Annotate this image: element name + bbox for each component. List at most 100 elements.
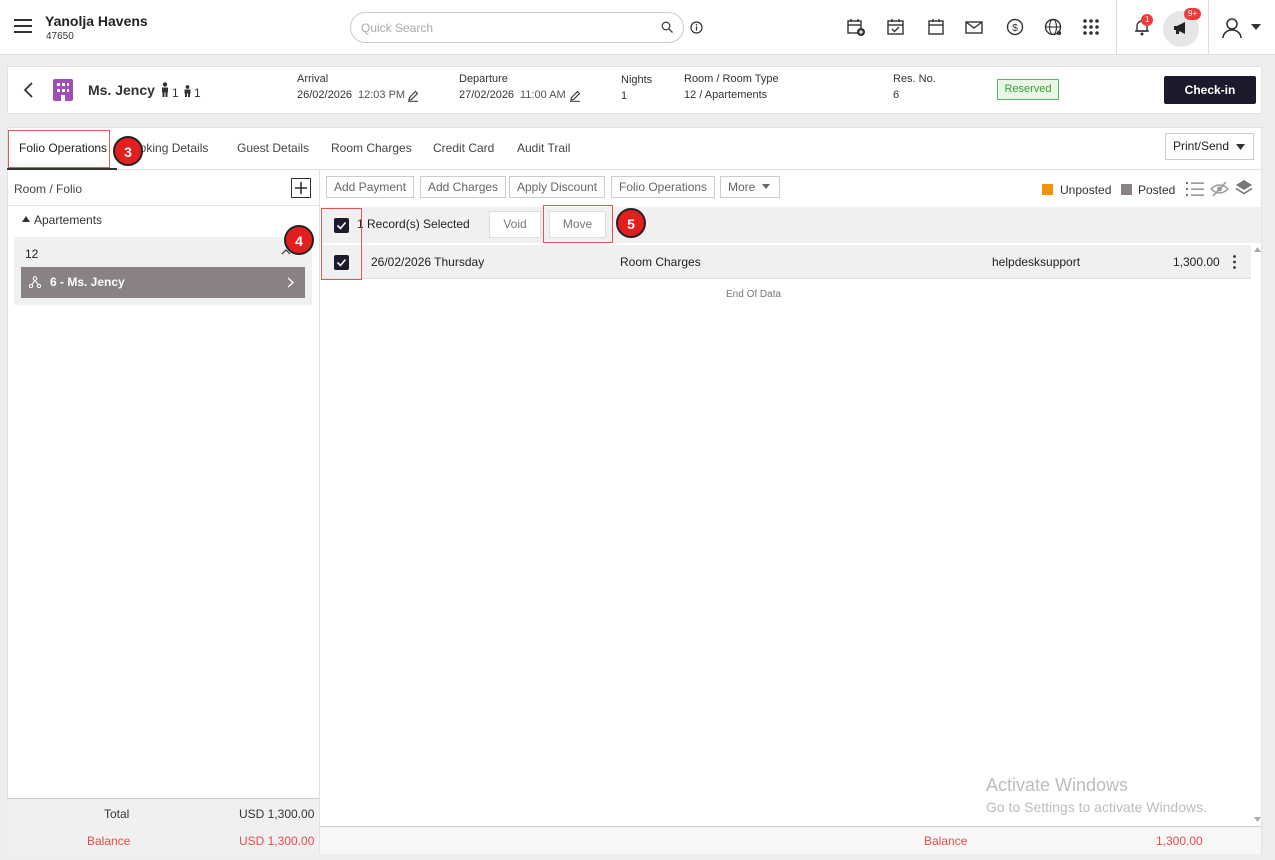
edit-pencil-icon[interactable] bbox=[569, 90, 581, 102]
highlight-box bbox=[321, 208, 362, 280]
announcement-badge: 9+ bbox=[1184, 8, 1202, 20]
apply-discount-button[interactable]: Apply Discount bbox=[509, 176, 606, 198]
row-user: helpdesksupport bbox=[992, 255, 1081, 269]
megaphone-icon bbox=[1174, 22, 1185, 34]
tab-room-charges[interactable]: Room Charges bbox=[331, 141, 412, 155]
sitemap-icon bbox=[29, 276, 41, 288]
total-label: Total bbox=[104, 807, 130, 821]
arrival-date: 26/02/2026 bbox=[297, 89, 353, 101]
selection-count: 1 Record(s) Selected bbox=[357, 217, 470, 231]
svg-text:$: $ bbox=[1012, 23, 1018, 34]
search-input[interactable] bbox=[361, 21, 641, 35]
building-icon bbox=[53, 79, 73, 101]
chevron-down-icon bbox=[762, 184, 770, 189]
departure-time: 11:00 AM bbox=[520, 89, 566, 101]
adults-count: 1 bbox=[172, 86, 179, 100]
folio-item-label: 6 - Ms. Jency bbox=[50, 275, 125, 289]
tab-credit-card[interactable]: Credit Card bbox=[433, 141, 494, 155]
calendar-icon[interactable] bbox=[926, 17, 946, 37]
print-send-label: Print/Send bbox=[1173, 139, 1230, 153]
posted-label: Posted bbox=[1138, 183, 1176, 197]
pane-divider bbox=[319, 170, 320, 853]
balance-label: Balance bbox=[87, 834, 131, 848]
chevron-right-icon bbox=[287, 277, 294, 288]
hotel-id: 47650 bbox=[46, 31, 74, 42]
arrival-time: 12:03 PM bbox=[358, 89, 406, 101]
adult-icon bbox=[162, 82, 168, 97]
add-payment-button[interactable]: Add Payment bbox=[326, 176, 415, 198]
back-arrow-icon[interactable] bbox=[22, 82, 34, 98]
scrollbar[interactable] bbox=[1253, 245, 1261, 825]
apps-grid-icon[interactable] bbox=[1081, 17, 1101, 37]
divider bbox=[7, 798, 319, 799]
room-type-label: Room / Room Type bbox=[684, 73, 779, 85]
layers-icon[interactable] bbox=[1235, 179, 1253, 197]
children-count: 1 bbox=[194, 86, 201, 100]
res-no-label: Res. No. bbox=[893, 73, 936, 85]
user-icon[interactable] bbox=[1220, 16, 1244, 40]
more-vertical-icon[interactable] bbox=[1232, 254, 1237, 270]
divider bbox=[1116, 0, 1117, 55]
row-date: 26/02/2026 Thursday bbox=[371, 255, 485, 269]
balance-value: USD 1,300.00 bbox=[239, 834, 315, 848]
edit-pencil-icon[interactable] bbox=[407, 90, 419, 102]
active-tab-indicator bbox=[7, 168, 117, 170]
row-description: Room Charges bbox=[620, 255, 701, 269]
currency-icon[interactable]: $ bbox=[1005, 17, 1025, 37]
mail-icon[interactable] bbox=[964, 17, 984, 37]
calendar-check-icon[interactable] bbox=[886, 17, 906, 37]
departure-date: 27/02/2026 bbox=[459, 89, 515, 101]
folio-item[interactable]: 6 - Ms. Jency bbox=[21, 267, 305, 298]
void-button[interactable]: Void bbox=[489, 211, 541, 238]
highlight-box bbox=[8, 130, 110, 168]
scroll-up-icon[interactable] bbox=[1254, 247, 1261, 252]
globe-icon[interactable] bbox=[1043, 17, 1063, 37]
list-view-icon[interactable] bbox=[1186, 181, 1204, 197]
arrival-label: Arrival bbox=[297, 73, 329, 85]
activation-watermark: Activate Windows bbox=[986, 775, 1129, 795]
tab-guest-details[interactable]: Guest Details bbox=[237, 141, 309, 155]
room-number: 12 bbox=[25, 247, 39, 261]
divider bbox=[1208, 0, 1209, 55]
caret-up-icon[interactable] bbox=[22, 216, 30, 222]
more-button[interactable]: More bbox=[720, 176, 780, 198]
row-amount: 1,300.00 bbox=[1173, 255, 1220, 269]
step-marker-5: 5 bbox=[616, 208, 646, 238]
tab-audit-trail[interactable]: Audit Trail bbox=[517, 141, 570, 155]
nights-value: 1 bbox=[621, 90, 628, 102]
activation-watermark-sub: Go to Settings to activate Windows. bbox=[986, 799, 1207, 815]
status-badge: Reserved bbox=[997, 79, 1059, 100]
res-no-value: 6 bbox=[893, 89, 900, 101]
add-folio-button[interactable] bbox=[291, 178, 311, 198]
nights-label: Nights bbox=[621, 74, 653, 86]
departure-label: Departure bbox=[459, 73, 508, 85]
add-charges-button[interactable]: Add Charges bbox=[420, 176, 507, 198]
unposted-label: Unposted bbox=[1060, 183, 1112, 197]
step-marker-3: 3 bbox=[113, 136, 143, 166]
total-value: USD 1,300.00 bbox=[239, 807, 315, 821]
calendar-add-icon[interactable] bbox=[846, 17, 866, 37]
unposted-swatch bbox=[1042, 184, 1053, 195]
chevron-down-icon bbox=[1236, 144, 1245, 150]
posted-swatch bbox=[1121, 184, 1132, 195]
room-group-label[interactable]: Apartements bbox=[34, 213, 102, 227]
tab-divider bbox=[7, 169, 1262, 170]
plus-icon bbox=[295, 182, 307, 194]
room-folio-title: Room / Folio bbox=[14, 182, 83, 196]
info-icon[interactable] bbox=[690, 21, 703, 34]
check-in-button[interactable]: Check-in bbox=[1164, 76, 1256, 104]
folio-operations-button[interactable]: Folio Operations bbox=[611, 176, 716, 198]
scroll-down-icon[interactable] bbox=[1254, 817, 1261, 822]
more-label: More bbox=[728, 180, 756, 194]
right-footer bbox=[320, 826, 1261, 854]
eye-off-icon[interactable] bbox=[1210, 181, 1229, 197]
balance-value: 1,300.00 bbox=[1156, 834, 1203, 848]
step-marker-4: 4 bbox=[284, 225, 314, 255]
hotel-name: Yanolja Havens bbox=[45, 13, 148, 29]
search-icon[interactable] bbox=[661, 21, 673, 33]
child-icon bbox=[184, 85, 191, 97]
quick-search[interactable] bbox=[350, 12, 684, 43]
balance-label: Balance bbox=[924, 834, 968, 848]
menu-icon[interactable] bbox=[14, 19, 32, 33]
chevron-down-icon[interactable] bbox=[1251, 24, 1261, 30]
